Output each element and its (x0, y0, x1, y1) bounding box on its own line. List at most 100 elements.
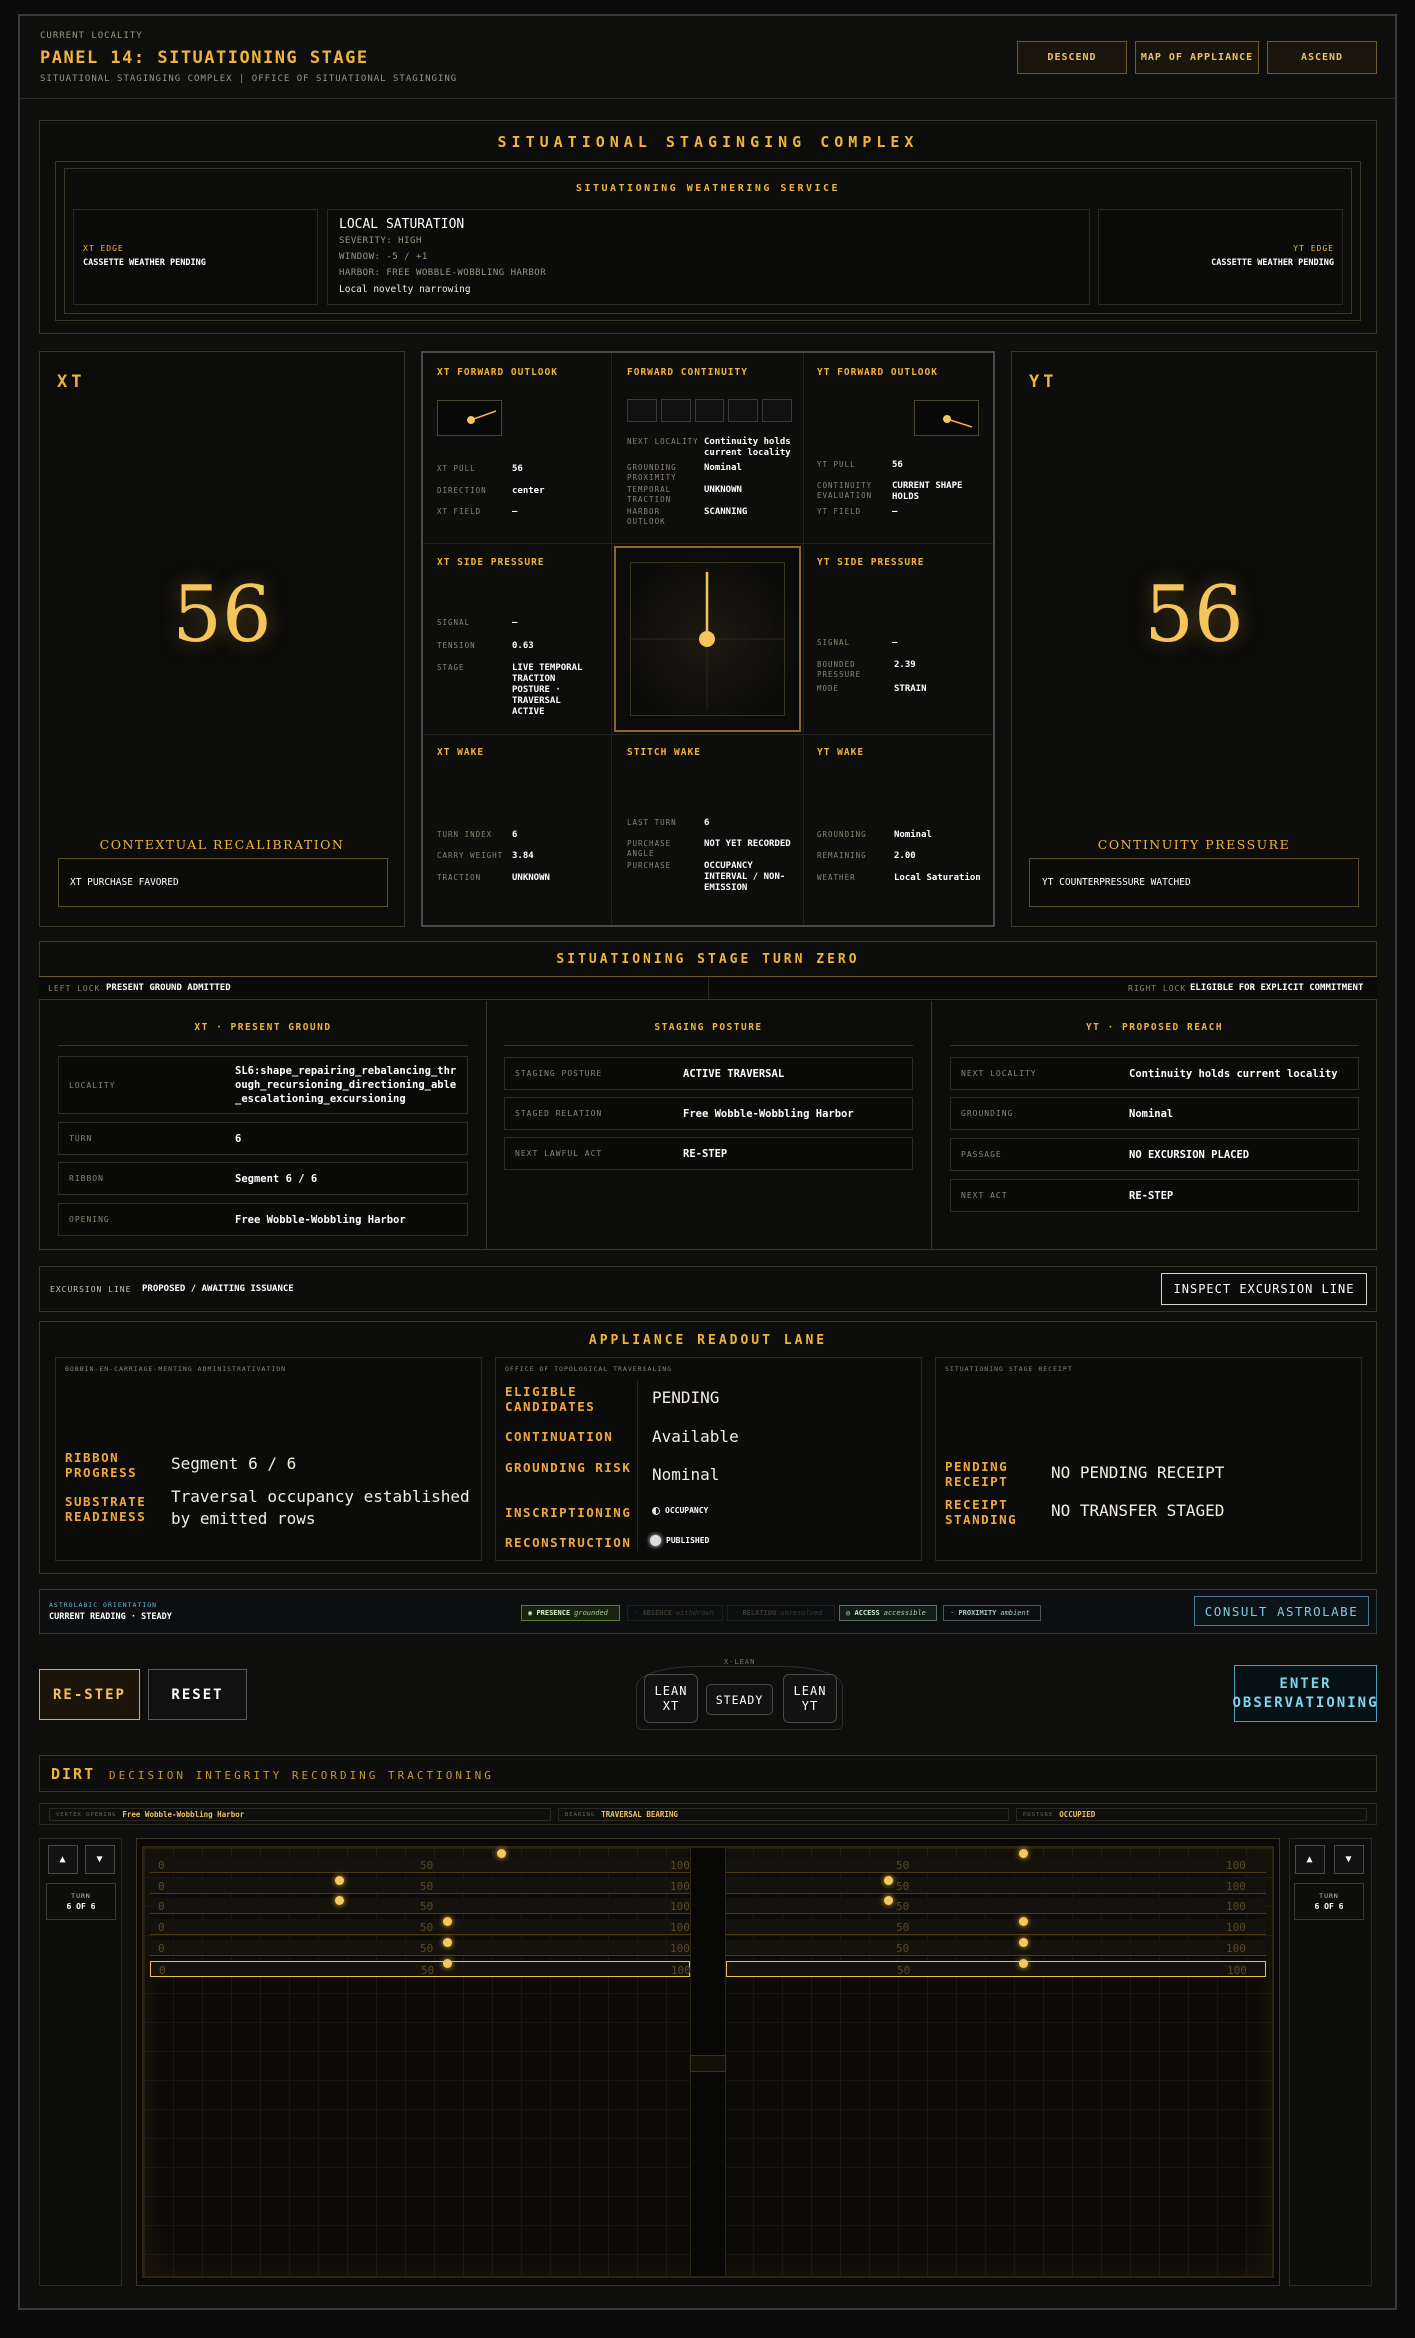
substrate-readiness-value: Traversal occupancy established by emitt… (171, 1487, 470, 1528)
track-tick-100: 100 (670, 1921, 690, 1935)
[object Object]-track-row[interactable]: 050100 (150, 1898, 690, 1915)
receipt-standing-value: NO TRANSFER STAGED (1051, 1501, 1225, 1520)
dirt-acronym: DIRT (51, 1765, 96, 1783)
xtsp-k3: STAGE (437, 663, 465, 672)
sw-v1: 6 (704, 818, 710, 828)
inspect-excursion-button[interactable]: INSPECT EXCURSION LINE (1161, 1273, 1367, 1305)
track-marker-dot[interactable] (497, 1849, 506, 1858)
continuity-slot (728, 399, 759, 422)
chip-proximity-value: ambient (1000, 1609, 1030, 1617)
right-up-button[interactable]: ▲ (1295, 1845, 1325, 1874)
yt-box-text: YT COUNTERPRESSURE WATCHED (1042, 877, 1191, 888)
track-marker-dot[interactable] (335, 1875, 344, 1885)
chip-absence-value: withdrawn (675, 1609, 714, 1617)
continuity-slots (627, 399, 792, 422)
right-down-button[interactable]: ▼ (1334, 1845, 1364, 1874)
[object Object]-track-row[interactable]: 050100 (726, 1898, 1266, 1915)
yt-edge-label: YT EDGE (1293, 244, 1334, 253)
left-turn-box: TURN 6 OF 6 (46, 1883, 116, 1920)
xtw-k1: TURN INDEX (437, 830, 493, 839)
xtw-k2: CARRY WEIGHT (437, 851, 504, 860)
xt-value: 56 (172, 570, 272, 660)
xt-forward-outlook-title: XT FORWARD OUTLOOK (437, 367, 558, 378)
continuity-slot (694, 399, 725, 422)
[object Object]-track-row[interactable]: 050100 (150, 1939, 690, 1956)
fc-v2: Nominal (704, 463, 742, 473)
ascend-button[interactable]: ASCEND (1267, 41, 1377, 74)
chip-presence-key: PRESENCE (536, 1609, 571, 1617)
enter-observationing-button[interactable]: ENTER OBSERVATIONING (1233, 1665, 1377, 1722)
spine-handle[interactable] (690, 2055, 726, 2072)
[object Object]-track-row[interactable]: 050100 (150, 1877, 690, 1894)
turn-col-divider-1 (486, 1001, 487, 1249)
lean-xt-button[interactable]: LEAN XT (644, 1674, 698, 1723)
[object Object]-track-row[interactable]: 050100 (726, 1960, 1266, 1977)
[object Object]-track-row[interactable]: 050100 (726, 1939, 1266, 1956)
c3-r1-value: Continuity holds current locality (1129, 1067, 1338, 1080)
ytw-v3: Local Saturation (894, 873, 981, 883)
track-tick-50: 50 (896, 1859, 910, 1872)
consult-astrolabe-button[interactable]: CONSULT ASTROLABE (1194, 1596, 1369, 1626)
track-tick-100: 100 (670, 1879, 690, 1893)
lock-divider (708, 977, 709, 999)
track-tick-100: 100 (1227, 1963, 1247, 1977)
saturation-title: LOCAL SATURATION (339, 217, 465, 232)
descend-button[interactable]: DESCEND (1017, 41, 1127, 74)
yt-edge-box (1098, 209, 1343, 305)
bearing-value: TRAVERSAL BEARING (601, 1810, 678, 1819)
c1-r4-key: OPENING (69, 1215, 110, 1224)
substrate-readiness-label: SUBSTRATE READINESS (65, 1494, 147, 1524)
track-tick-100: 100 (670, 1941, 690, 1955)
track-marker-dot[interactable] (884, 1875, 893, 1885)
track-tick-0: 0 (158, 1879, 165, 1893)
c3-r2-value: Nominal (1129, 1107, 1174, 1120)
astrolabic-label: ASTROLABIC ORIENTATION (49, 1601, 158, 1609)
present-ground-title: XT · PRESENT GROUND (194, 1022, 332, 1033)
track-marker-dot[interactable] (1019, 1958, 1028, 1968)
map-of-appliance-button[interactable]: MAP OF APPLIANCE (1135, 41, 1259, 74)
lean-yt-button[interactable]: LEAN YT (783, 1674, 837, 1723)
[object Object]-track-row[interactable]: 050100 (150, 1919, 690, 1936)
[object Object]-track-row[interactable]: 050100 (150, 1960, 691, 1977)
steady-button[interactable]: STEADY (706, 1684, 773, 1715)
xt-edge-value: CASSETTE WEATHER PENDING (83, 258, 206, 268)
grid-vline-2 (803, 353, 804, 925)
chip-access-key: ACCESS (854, 1609, 880, 1617)
xtfo-k2: DIRECTION (437, 486, 487, 495)
track-marker-dot[interactable] (443, 1958, 452, 1968)
track-marker-dot[interactable] (443, 1937, 452, 1947)
center-dial (614, 546, 801, 732)
c3-r2-key: GROUNDING (961, 1109, 1014, 1118)
[object Object]-track-row[interactable]: 050100 (150, 1857, 690, 1873)
reconstruction-label: RECONSTRUCTION (505, 1535, 632, 1550)
locality-label: CURRENT LOCALITY (40, 31, 143, 41)
track-tick-0: 0 (158, 1859, 165, 1872)
track-tick-100: 100 (1226, 1921, 1246, 1935)
sw-k2: PURCHASE ANGLE (627, 839, 672, 858)
forward-continuity-title: FORWARD CONTINUITY (627, 367, 748, 378)
track-marker-dot[interactable] (1019, 1937, 1028, 1947)
chip-relation-key: RELATION (742, 1609, 777, 1617)
xt-side-pressure-title: XT SIDE PRESSURE (437, 557, 545, 568)
track-marker-dot[interactable] (1019, 1849, 1028, 1858)
posture-cell: POSTURE OCCUPIED (1016, 1808, 1367, 1821)
c3-r4-key: NEXT ACT (961, 1191, 1008, 1200)
yt-edge-value: CASSETTE WEATHER PENDING (1211, 258, 1334, 268)
[object Object]-track-row[interactable]: 050100 (726, 1877, 1266, 1894)
excursion-value: PROPOSED / AWAITING ISSUANCE (142, 1284, 294, 1294)
left-down-button[interactable]: ▼ (85, 1845, 115, 1874)
xtw-v2: 3.84 (512, 851, 534, 861)
readout-title: APPLIANCE READOUT LANE (588, 1333, 828, 1348)
[object Object]-track-row[interactable]: 050100 (726, 1857, 1266, 1873)
chip-presence-value: grounded (574, 1609, 608, 1617)
restep-button[interactable]: RE-STEP (39, 1669, 140, 1720)
right-lock-value: ELIGIBLE FOR EXPLICIT COMMITMENT (1190, 983, 1364, 993)
chip-relation-value: unresolved (780, 1609, 823, 1617)
left-up-button[interactable]: ▲ (48, 1845, 78, 1874)
window: WINDOW: -5 / +1 (339, 252, 428, 262)
grid-hline-2 (423, 734, 993, 735)
severity: SEVERITY: HIGH (339, 236, 422, 246)
reset-button[interactable]: RESET (148, 1669, 247, 1720)
[object Object]-track-row[interactable]: 050100 (726, 1919, 1266, 1936)
track-tick-100: 100 (1226, 1900, 1246, 1914)
